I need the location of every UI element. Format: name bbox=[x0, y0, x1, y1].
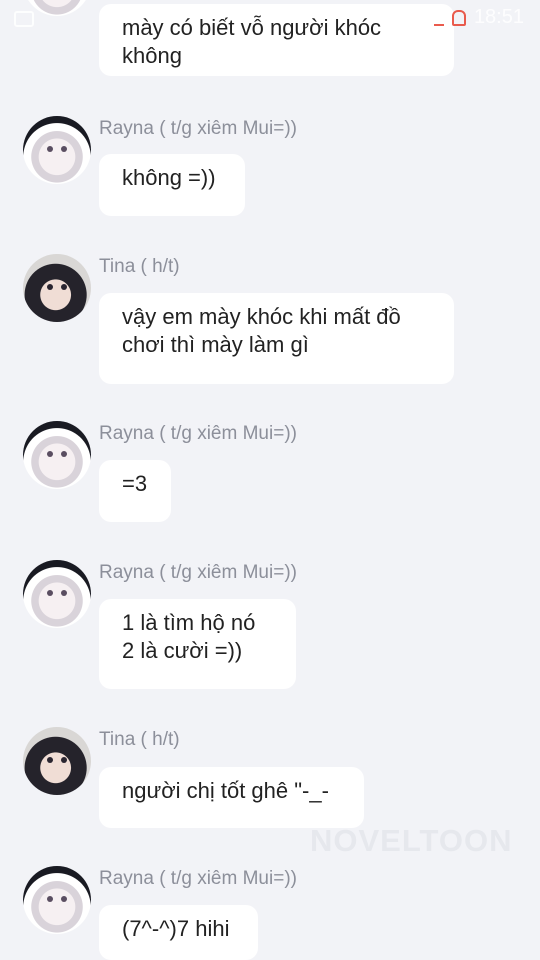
watermark: NOVELTOON bbox=[310, 823, 513, 858]
message-bubble[interactable]: 1 là tìm hộ nó 2 là cười =)) bbox=[99, 599, 296, 689]
message-bubble[interactable]: vậy em mày khóc khi mất đồ chơi thì mày … bbox=[99, 293, 454, 384]
avatar-face bbox=[47, 896, 67, 904]
avatar[interactable] bbox=[23, 560, 91, 628]
sender-name: Tina ( h/t) bbox=[99, 729, 180, 750]
message-bubble[interactable]: không =)) bbox=[99, 154, 245, 216]
avatar-face bbox=[47, 451, 67, 459]
sender-name: Rayna ( t/g xiêm Mui=)) bbox=[99, 562, 297, 583]
status-time: 18:51 bbox=[473, 6, 524, 28]
sender-name: Tina ( h/t) bbox=[99, 256, 180, 277]
avatar[interactable] bbox=[23, 254, 91, 322]
status-right: 18:51 bbox=[417, 6, 524, 29]
avatar-face bbox=[47, 146, 67, 154]
battery-icon bbox=[433, 23, 444, 26]
avatar[interactable] bbox=[23, 727, 91, 795]
signal-icon bbox=[417, 13, 426, 22]
avatar[interactable] bbox=[23, 866, 91, 934]
avatar-face bbox=[47, 590, 67, 598]
notification-icon bbox=[14, 11, 34, 27]
alarm-icon bbox=[451, 9, 466, 26]
avatar-face bbox=[47, 757, 67, 765]
sender-name: Rayna ( t/g xiêm Mui=)) bbox=[99, 868, 297, 889]
message-bubble[interactable]: người chị tốt ghê "-_- bbox=[99, 767, 364, 828]
sender-name: Rayna ( t/g xiêm Mui=)) bbox=[99, 423, 297, 444]
avatar[interactable] bbox=[23, 116, 91, 184]
status-bar: 18:51 bbox=[0, 0, 540, 36]
avatar-face bbox=[47, 284, 67, 292]
avatar[interactable] bbox=[23, 421, 91, 489]
message-bubble[interactable]: (7^-^)7 hihi bbox=[99, 905, 258, 960]
sender-name: Rayna ( t/g xiêm Mui=)) bbox=[99, 118, 297, 139]
message-bubble[interactable]: =3 bbox=[99, 460, 171, 522]
